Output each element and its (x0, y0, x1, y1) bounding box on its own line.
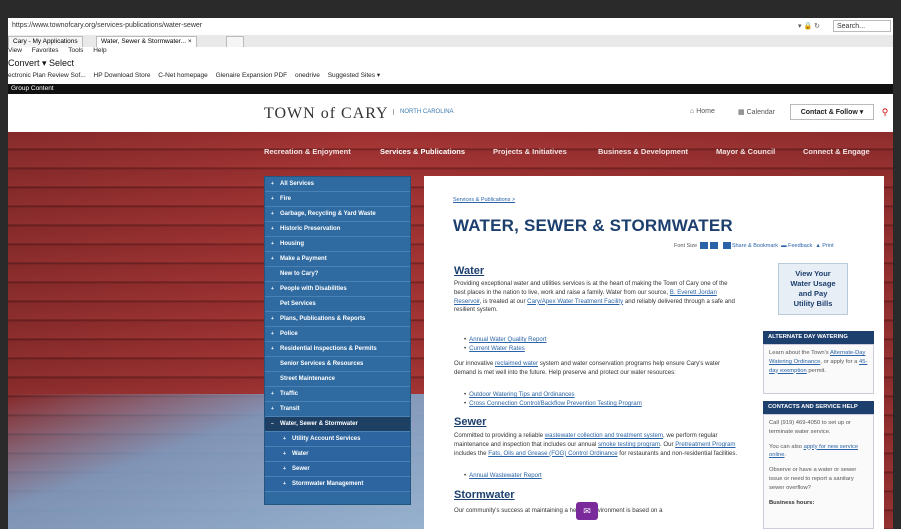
main-navigation: Recreation & Enjoyment Services & Public… (8, 142, 893, 164)
nav-mayor[interactable]: Mayor & Council (716, 147, 775, 156)
sidebar-item-plans[interactable]: + Plans, Publications & Reports (265, 312, 410, 327)
smoke-testing-link[interactable]: smoke testing program (598, 441, 660, 448)
convert-select-button[interactable]: Convert ▾ Select (8, 58, 74, 68)
share-icon (722, 242, 731, 249)
home-link[interactable]: ⌂ Home (690, 108, 715, 115)
menu-bar: View Favorites Tools Help (8, 47, 893, 58)
page-title: WATER, SEWER & STORMWATER (453, 216, 733, 235)
menu-help[interactable]: Help (93, 47, 106, 54)
nav-recreation[interactable]: Recreation & Enjoyment (264, 147, 351, 156)
font-decrease-button[interactable] (709, 242, 718, 249)
print-link[interactable]: Print (822, 243, 833, 249)
water-quality-report-link[interactable]: Annual Water Quality Report (469, 336, 546, 343)
pretreatment-link[interactable]: Pretreatment Program (675, 441, 735, 448)
favorites-bar: ectronic Plan Review Sof... HP Download … (8, 71, 893, 84)
logo-subtitle: NORTH CAROLINA (393, 109, 454, 115)
calendar-link[interactable]: ▦ Calendar (738, 108, 775, 116)
feedback-icon: ▬ (781, 242, 787, 249)
water-rates-link[interactable]: Current Water Rates (469, 345, 525, 352)
fav-onedrive[interactable]: onedrive (295, 72, 320, 79)
water-heading[interactable]: Water (454, 265, 484, 277)
page-viewport: TOWN of CARY NORTH CAROLINA ⌂ Home ▦ Cal… (8, 94, 893, 529)
search-icon[interactable]: ⚲ (878, 104, 892, 120)
url-text[interactable]: https://www.townofcary.org/services-publ… (12, 22, 202, 29)
main-content: Services & Publications > WATER, SEWER &… (424, 176, 884, 529)
sidebar-item-stormwater[interactable]: + Stormwater Management (265, 477, 410, 492)
group-content-bar: Group Content (8, 84, 893, 94)
menu-tools[interactable]: Tools (68, 47, 83, 54)
sidebar-item-traffic[interactable]: + Traffic (265, 387, 410, 402)
chat-bubble-icon[interactable]: ✉ (576, 502, 598, 520)
sewer-heading[interactable]: Sewer (454, 416, 486, 428)
sewer-paragraph: Committed to providing a reliable wastew… (454, 432, 738, 457)
tab-strip: Cary - My Applications Water, Sewer & St… (8, 35, 893, 48)
fav-electronic-plan-review[interactable]: ectronic Plan Review Sof... (8, 72, 86, 79)
fav-glenaire-expansion[interactable]: Glenaire Expansion PDF (216, 72, 288, 79)
sidebar-item-senior[interactable]: Senior Services & Resources (265, 357, 410, 372)
nav-business[interactable]: Business & Development (598, 147, 688, 156)
treatment-facility-link[interactable]: Cary/Apex Water Treatment Facility (527, 298, 623, 305)
share-bookmark-link[interactable]: Share & Bookmark (732, 243, 778, 249)
browser-search-input[interactable]: Search... (833, 20, 891, 32)
address-bar[interactable]: https://www.townofcary.org/services-publ… (8, 18, 893, 36)
sidebar-item-water-sewer[interactable]: − Water, Sewer & Stormwater (265, 417, 410, 432)
address-controls[interactable]: ▾ 🔒 ↻ (798, 22, 820, 30)
water-usage-button[interactable]: View Your Water Usage and Pay Utility Bi… (778, 263, 848, 315)
sidebar-item-transit[interactable]: + Transit (265, 402, 410, 417)
calendar-label: Calendar (746, 109, 775, 116)
sidebar-item-fire[interactable]: + Fire (265, 192, 410, 207)
breadcrumb[interactable]: Services & Publications > (453, 197, 515, 203)
wastewater-link[interactable]: wastewater collection and treatment syst… (545, 432, 663, 439)
menu-favorites[interactable]: Favorites (32, 47, 59, 54)
alternate-day-box: Learn about the Town's Alternate-Day Wat… (763, 344, 874, 394)
sidebar-item-historic[interactable]: + Historic Preservation (265, 222, 410, 237)
fog-ordinance-link[interactable]: Fats, Oils and Grease (FOG) Control Ordi… (488, 450, 617, 457)
water-paragraph: Providing exceptional water and utilitie… (454, 280, 735, 314)
sidebar-item-payment[interactable]: + Make a Payment (265, 252, 410, 267)
nav-connect[interactable]: Connect & Engage (803, 147, 870, 156)
font-size-label: Font Size (674, 242, 698, 249)
contacts-heading: CONTACTS AND SERVICE HELP (763, 401, 874, 414)
site-header: TOWN of CARY NORTH CAROLINA ⌂ Home ▦ Cal… (8, 94, 893, 132)
page-tools: Font Size Share & Bookmark ▬ Feedback ▲ … (674, 242, 834, 249)
contacts-box: Call (919) 469-4050 to set up or termina… (763, 414, 874, 529)
font-increase-button[interactable] (699, 242, 708, 249)
convert-toolbar: Convert ▾ Select (8, 58, 893, 71)
sidebar-item-utility-account[interactable]: + Utility Account Services (265, 432, 410, 447)
sidebar-item-sewer[interactable]: + Sewer (265, 462, 410, 477)
sidebar-item-pet-services[interactable]: Pet Services (265, 297, 410, 312)
wastewater-report-link[interactable]: Annual Wastewater Report (469, 472, 542, 479)
nav-projects[interactable]: Projects & Initiatives (493, 147, 567, 156)
watering-tips-link[interactable]: Outdoor Watering Tips and Ordinances (469, 391, 574, 398)
print-icon: ▲ (815, 242, 821, 249)
stormwater-heading[interactable]: Stormwater (454, 489, 515, 501)
sidebar-item-new-to-cary[interactable]: New to Cary? (265, 267, 410, 282)
feedback-link[interactable]: Feedback (788, 243, 812, 249)
alternate-day-heading: ALTERNATE DAY WATERING (763, 331, 874, 344)
menu-view[interactable]: View (8, 47, 22, 54)
sidebar-item-garbage[interactable]: + Garbage, Recycling & Yard Waste (265, 207, 410, 222)
fav-suggested-sites[interactable]: Suggested Sites ▾ (328, 72, 380, 79)
home-label: Home (696, 108, 715, 115)
cross-connection-link[interactable]: Cross Connection Control/Backflow Preven… (469, 400, 642, 407)
services-sidebar: + All Services + Fire + Garbage, Recycling … (264, 176, 411, 505)
fav-cnet-homepage[interactable]: C-Net homepage (158, 72, 208, 79)
sidebar-item-all-services[interactable]: + All Services (265, 177, 410, 192)
reclaimed-paragraph: Our innovative reclaimed water system an… (454, 360, 721, 376)
sidebar-item-street[interactable]: Street Maintenance (265, 372, 410, 387)
nav-services[interactable]: Services & Publications (380, 147, 465, 156)
screen: https://www.townofcary.org/services-publ… (0, 0, 901, 529)
fav-hp-download-store[interactable]: HP Download Store (94, 72, 151, 79)
sidebar-item-disabilities[interactable]: + People with Disabilities (265, 282, 410, 297)
reclaimed-water-link[interactable]: reclaimed water (495, 360, 538, 367)
site-logo[interactable]: TOWN of CARY (264, 105, 389, 123)
sidebar-item-police[interactable]: + Police (265, 327, 410, 342)
calendar-icon: ▦ (738, 109, 747, 116)
sidebar-item-water[interactable]: + Water (265, 447, 410, 462)
sidebar-item-inspections[interactable]: + Residential Inspections & Permits (265, 342, 410, 357)
contact-follow-button[interactable]: Contact & Follow ▾ (790, 104, 874, 120)
sidebar-item-housing[interactable]: + Housing (265, 237, 410, 252)
